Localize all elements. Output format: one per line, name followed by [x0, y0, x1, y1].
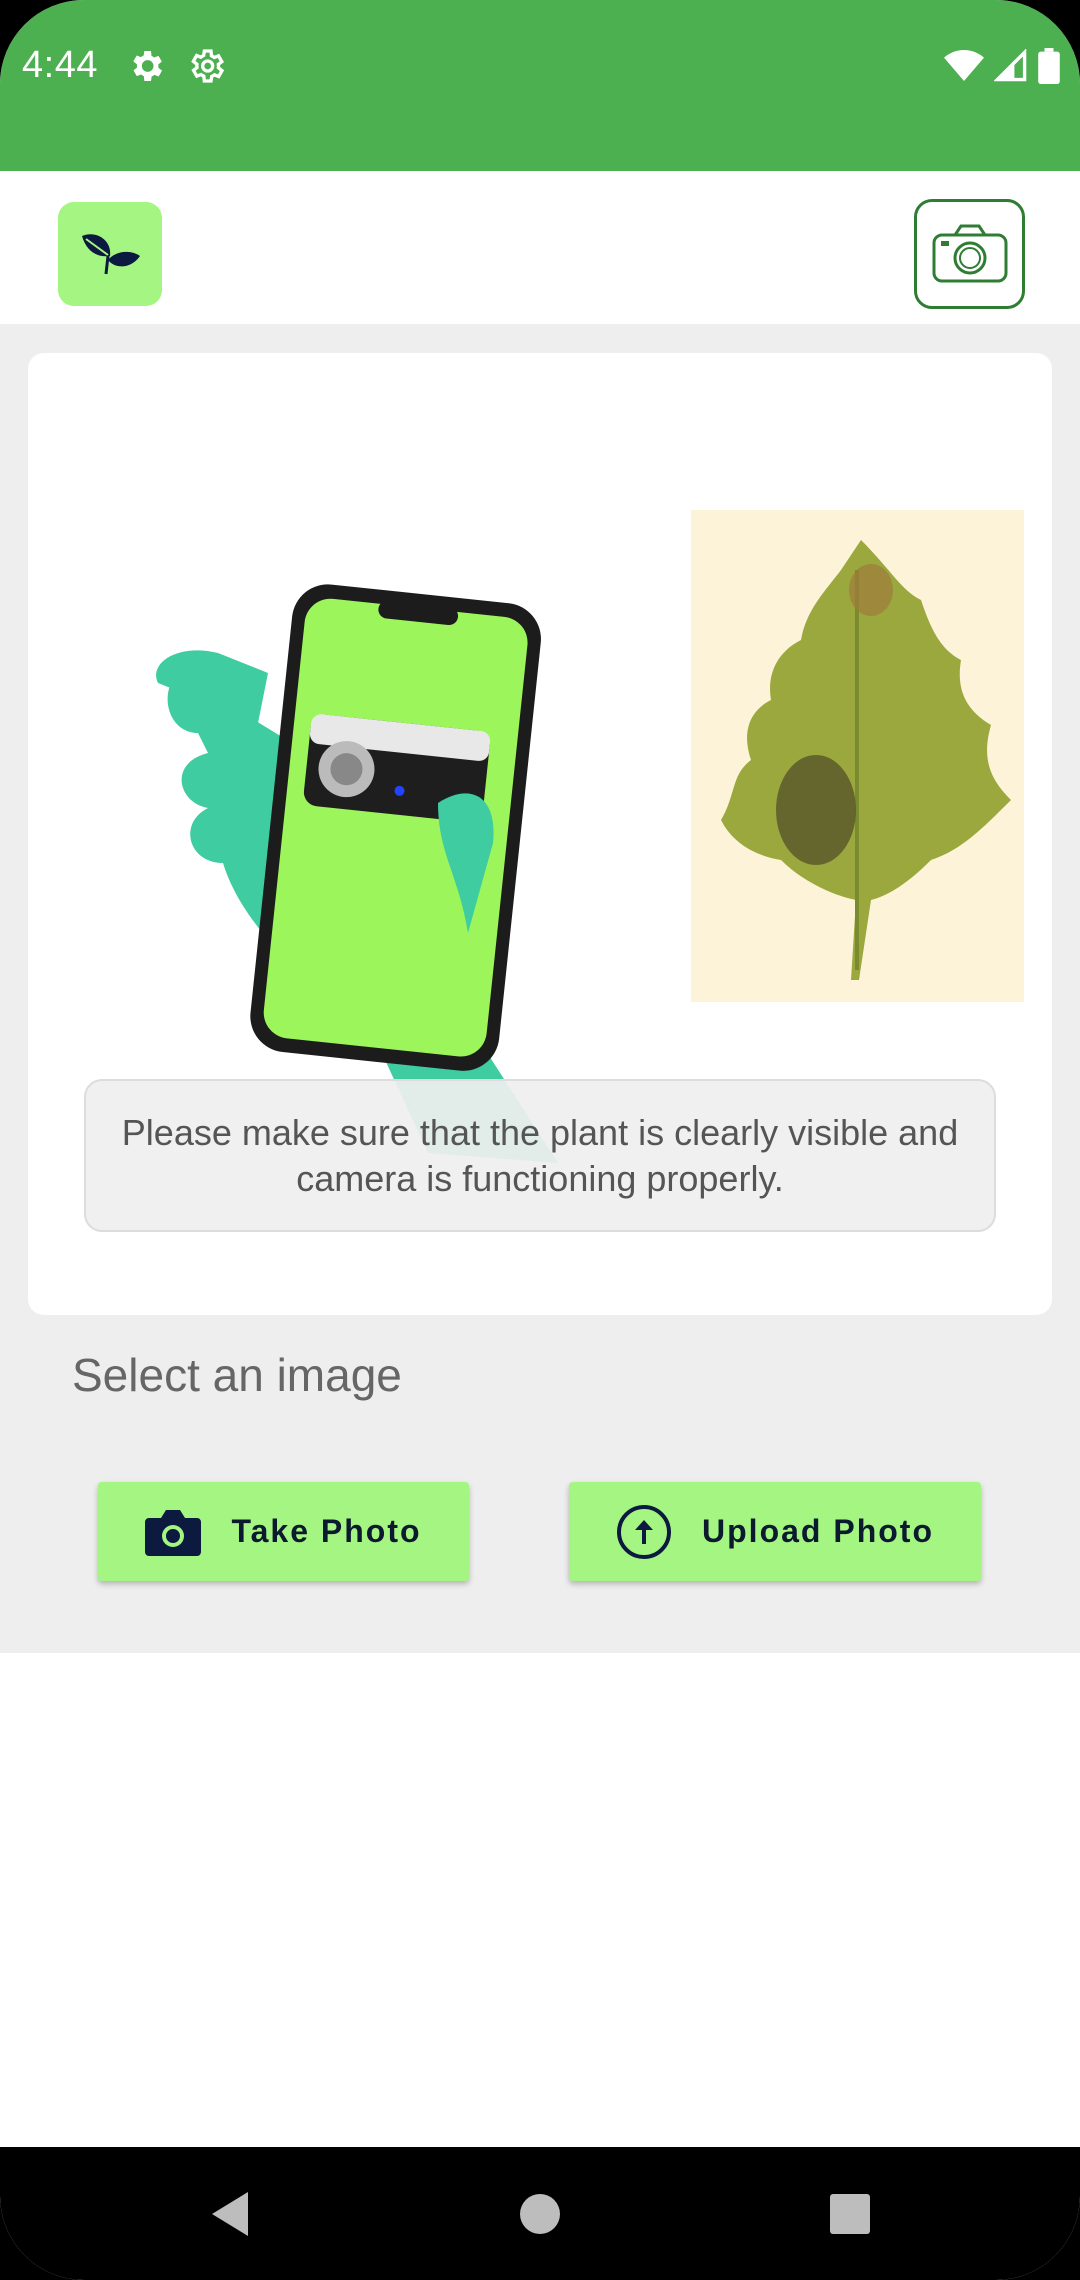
main-content: Please make sure that the plant is clear…	[0, 324, 1080, 1653]
camera-action-button[interactable]	[914, 199, 1025, 309]
gear-icon	[133, 51, 162, 81]
visibility-notice: Please make sure that the plant is clear…	[84, 1079, 996, 1232]
app-bar	[0, 171, 1080, 324]
status-time: 4:44	[22, 44, 98, 86]
back-icon	[212, 2191, 248, 2236]
signal-icon	[994, 49, 1027, 82]
select-image-label: Select an image	[72, 1349, 402, 1401]
camera-icon	[145, 1509, 202, 1556]
recents-icon	[830, 2193, 870, 2234]
screen: 4:44 Please make sure that the plant is …	[0, 0, 1080, 2280]
leaf-illustration	[721, 540, 1011, 980]
recents-button[interactable]	[810, 2147, 890, 2280]
home-icon	[520, 2193, 560, 2234]
upload-photo-button[interactable]: Upload Photo	[569, 1482, 981, 1581]
take-photo-label: Take Photo	[231, 1513, 422, 1549]
status-bar: 4:44	[0, 0, 1080, 171]
leaf-icon	[82, 234, 140, 275]
leaf-image	[691, 510, 1024, 1002]
back-button[interactable]	[190, 2147, 270, 2280]
camera-icon	[932, 224, 1007, 283]
instruction-card: Please make sure that the plant is clear…	[28, 353, 1052, 1315]
app-logo	[58, 202, 162, 306]
home-button[interactable]	[500, 2147, 580, 2280]
battery-icon	[1038, 48, 1060, 84]
upload-icon	[617, 1504, 672, 1559]
take-photo-button[interactable]: Take Photo	[98, 1482, 469, 1581]
upload-photo-label: Upload Photo	[702, 1513, 934, 1549]
navigation-bar	[0, 2147, 1080, 2280]
wifi-icon	[944, 50, 984, 81]
settings-icon	[191, 49, 225, 83]
